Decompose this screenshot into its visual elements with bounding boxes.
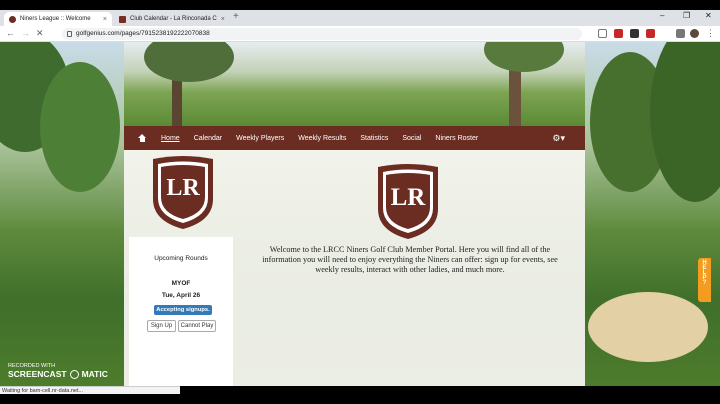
close-tab-icon[interactable]: × <box>103 16 107 23</box>
screencast-logo-icon <box>69 369 79 379</box>
tab-niners-league[interactable]: Niners League :: Welcome × <box>4 12 112 26</box>
logo-monogram: LR <box>166 175 200 201</box>
menu-weekly-results[interactable]: Weekly Results <box>298 135 346 142</box>
address-bar[interactable]: golfgenius.com/pages/7915238192222070838 <box>62 28 582 40</box>
sand-bunker <box>588 292 708 362</box>
watermark-brand-left: SCREENCAST <box>8 369 67 379</box>
lock-icon <box>67 31 72 37</box>
site-favicon-icon <box>9 15 16 23</box>
background-tree <box>40 62 120 192</box>
page-viewport: Home Calendar Weekly Players Weekly Resu… <box>0 42 720 386</box>
menu-home[interactable]: Home <box>161 135 180 142</box>
url-text: golfgenius.com/pages/7915238192222070838 <box>76 30 210 37</box>
main-menu: Home Calendar Weekly Players Weekly Resu… <box>124 126 585 150</box>
logo-monogram: LR <box>390 184 426 211</box>
tab-club-calendar[interactable]: Club Calendar - La Rinconada C × <box>114 12 226 26</box>
browser-toolbar: ← → ✕ golfgenius.com/pages/7915238192222… <box>0 26 720 42</box>
round-date: Tue, April 26 <box>161 292 201 299</box>
back-icon[interactable]: ← <box>6 28 15 38</box>
tab-label: Niners League :: Welcome <box>20 16 91 22</box>
menu-statistics[interactable]: Statistics <box>360 135 388 142</box>
menu-weekly-players[interactable]: Weekly Players <box>236 135 284 142</box>
site-favicon-icon <box>119 15 126 23</box>
menu-social[interactable]: Social <box>402 135 421 142</box>
stop-loading-icon[interactable]: ✕ <box>36 28 44 39</box>
os-top-bar <box>0 0 720 10</box>
background-tree <box>650 42 720 202</box>
cannot-play-button[interactable]: Cannot Play <box>178 320 216 332</box>
bookmark-star-icon[interactable] <box>598 29 607 38</box>
new-tab-button[interactable]: + <box>233 11 239 22</box>
extension-icon[interactable] <box>614 29 623 38</box>
extension-icon[interactable] <box>630 29 639 38</box>
round-name: MYOF <box>171 280 191 287</box>
help-label: HELP? <box>701 260 708 285</box>
watermark-brand-right: MATIC <box>81 369 108 379</box>
upcoming-rounds-title: Upcoming Rounds <box>154 255 208 262</box>
course-banner-image <box>124 42 585 126</box>
extension-icon[interactable] <box>646 29 655 38</box>
minimize-button[interactable]: – <box>660 11 664 20</box>
banner-tree <box>144 42 234 82</box>
close-window-button[interactable]: ✕ <box>705 11 712 20</box>
welcome-message: Welcome to the LRCC Niners Golf Club Mem… <box>262 245 558 274</box>
banner-tree <box>484 42 564 72</box>
help-tab[interactable]: HELP? <box>698 258 711 302</box>
menu-kebab-icon[interactable]: ⋮ <box>706 28 715 39</box>
club-logo-large: LR <box>374 163 442 241</box>
status-badge: Accepting signups. <box>154 305 212 315</box>
club-logo-small: LR <box>149 155 217 231</box>
tab-strip: Niners League :: Welcome × Club Calendar… <box>0 10 720 26</box>
close-tab-icon[interactable]: × <box>221 16 225 23</box>
tab-label: Club Calendar - La Rinconada C <box>130 16 217 22</box>
menu-calendar[interactable]: Calendar <box>194 135 222 142</box>
maximize-button[interactable]: ❐ <box>683 11 690 20</box>
menu-niners-roster[interactable]: Niners Roster <box>435 135 478 142</box>
screencast-watermark: RECORDED WITH SCREENCAST MATIC <box>8 363 108 379</box>
extensions-puzzle-icon[interactable] <box>676 29 685 38</box>
settings-gear-icon[interactable]: ⚙▾ <box>552 133 565 144</box>
sign-up-button[interactable]: Sign Up <box>147 320 176 332</box>
os-bottom-bar <box>0 394 720 404</box>
status-bar: Waiting for bam-cell.nr-data.net... <box>0 386 180 394</box>
profile-avatar[interactable] <box>690 29 699 38</box>
forward-icon[interactable]: → <box>21 28 30 38</box>
home-icon[interactable] <box>138 134 147 142</box>
